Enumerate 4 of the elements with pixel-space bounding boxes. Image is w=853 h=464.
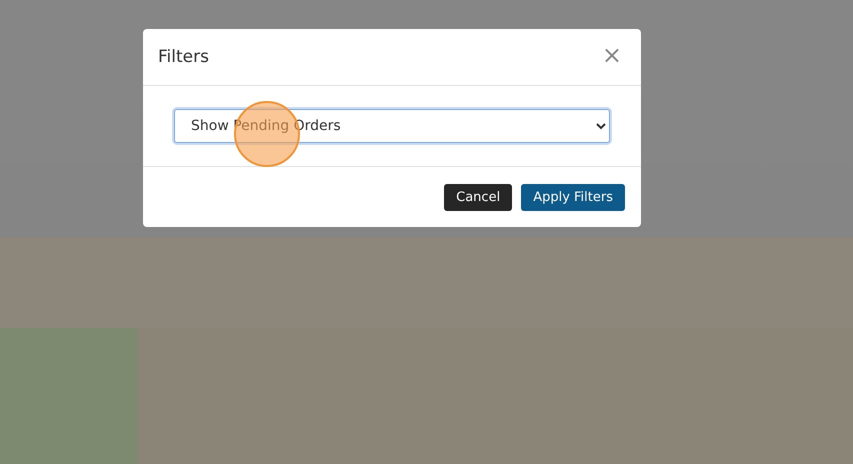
apply-button[interactable]: Apply Filters (521, 184, 625, 210)
dialog-title: Filters (158, 47, 209, 67)
close-button[interactable]: × (598, 43, 626, 67)
cancel-button[interactable]: Cancel (444, 184, 512, 210)
